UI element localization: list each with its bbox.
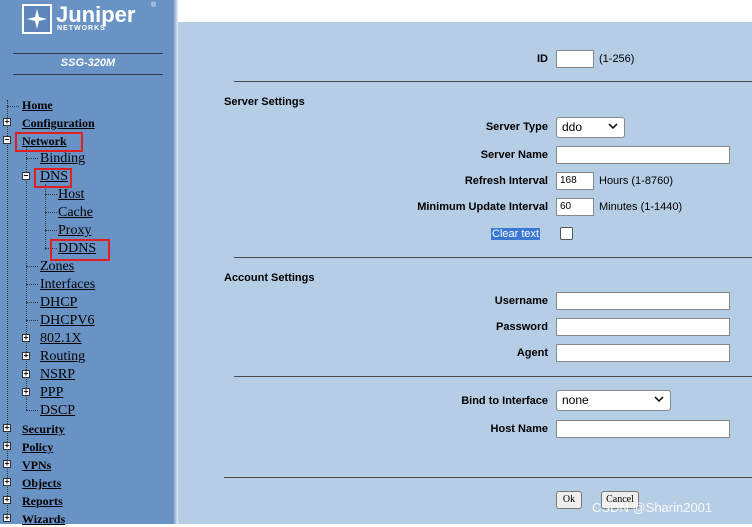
expand-security-icon[interactable]: + (3, 424, 11, 432)
min-update-interval-hint: Minutes (1-1440) (599, 201, 683, 213)
ok-button[interactable]: Ok (556, 491, 582, 509)
agent-input[interactable] (556, 344, 730, 362)
password-label: Password (496, 321, 548, 333)
sidebar: Juniper ® NETWORKS SSG-320M + − − + + + … (0, 0, 172, 527)
id-label: ID (537, 53, 548, 65)
chevron-down-icon (654, 396, 664, 403)
nav-dot1x[interactable]: 802.1X (40, 331, 82, 347)
nav-home[interactable]: Home (22, 98, 53, 113)
expand-objects-icon[interactable]: + (3, 478, 11, 486)
divider (13, 74, 163, 75)
nav-zones[interactable]: Zones (40, 259, 74, 275)
nav-binding[interactable]: Binding (40, 151, 85, 167)
nav-dns-host[interactable]: Host (58, 187, 84, 203)
chevron-down-icon (608, 123, 618, 130)
tree-branch (26, 320, 38, 321)
brand-name: Juniper (56, 2, 136, 27)
nav-wizards[interactable]: Wizards (22, 512, 65, 527)
annotation-box-network (15, 132, 83, 152)
host-name-input[interactable] (556, 420, 730, 438)
username-label: Username (494, 295, 548, 307)
id-hint: (1-256) (599, 53, 635, 65)
server-type-value: ddo (562, 120, 583, 134)
nav-security[interactable]: Security (22, 422, 65, 437)
refresh-interval-input[interactable]: 168 (556, 172, 594, 190)
expand-dot1x-icon[interactable]: + (22, 334, 30, 342)
clear-text-checkbox[interactable] (560, 227, 573, 240)
nav-objects[interactable]: Objects (22, 476, 61, 491)
username-input[interactable] (556, 292, 730, 310)
tree-line (7, 100, 8, 520)
id-input[interactable] (556, 50, 594, 68)
tree-branch (26, 302, 38, 303)
nav-policy[interactable]: Policy (22, 440, 53, 455)
expand-ppp-icon[interactable]: + (22, 388, 30, 396)
nav-dhcp[interactable]: DHCP (40, 295, 77, 311)
nav-vpns[interactable]: VPNs (22, 458, 51, 473)
tree-branch (7, 106, 19, 107)
server-name-input[interactable] (556, 146, 730, 164)
nav-ppp[interactable]: PPP (40, 385, 63, 401)
divider (234, 376, 752, 377)
juniper-logo-icon (22, 4, 52, 34)
tree-branch (26, 410, 38, 411)
divider (234, 257, 752, 258)
ddns-config-form: ID (1-256) Server Settings Server Type d… (178, 22, 752, 524)
tree-branch (26, 284, 38, 285)
server-type-select[interactable]: ddo (556, 117, 625, 138)
nav-dscp[interactable]: DSCP (40, 403, 75, 419)
bind-interface-select[interactable]: none (556, 390, 671, 411)
nav-dns-cache[interactable]: Cache (58, 205, 93, 221)
clear-text-label: Clear text (491, 228, 541, 240)
tree-branch (45, 194, 57, 195)
min-update-interval-label: Minimum Update Interval (417, 201, 548, 213)
expand-configuration-icon[interactable]: + (3, 118, 11, 126)
min-update-interval-input[interactable]: 60 (556, 198, 594, 216)
nav-dhcpv6[interactable]: DHCPV6 (40, 313, 94, 329)
expand-wizards-icon[interactable]: + (3, 514, 11, 522)
nav-interfaces[interactable]: Interfaces (40, 277, 95, 293)
expand-routing-icon[interactable]: + (22, 352, 30, 360)
divider (13, 53, 163, 54)
collapse-network-icon[interactable]: − (3, 136, 11, 144)
nav-configuration[interactable]: Configuration (22, 116, 95, 131)
password-input[interactable] (556, 318, 730, 336)
server-type-label: Server Type (485, 121, 548, 133)
account-settings-heading: Account Settings (224, 272, 315, 284)
refresh-interval-label: Refresh Interval (464, 175, 548, 187)
divider (224, 477, 752, 478)
nav-nsrp[interactable]: NSRP (40, 367, 75, 383)
expand-policy-icon[interactable]: + (3, 442, 11, 450)
divider (234, 81, 752, 82)
tree-branch (45, 212, 57, 213)
nav-routing[interactable]: Routing (40, 349, 85, 365)
annotation-box-dns (34, 168, 72, 188)
expand-reports-icon[interactable]: + (3, 496, 11, 504)
server-settings-heading: Server Settings (224, 96, 305, 108)
nav-reports[interactable]: Reports (22, 494, 63, 509)
brand-registered-mark: ® (151, 2, 157, 9)
nav-dns-proxy[interactable]: Proxy (58, 223, 91, 239)
expand-nsrp-icon[interactable]: + (22, 370, 30, 378)
refresh-interval-hint: Hours (1-8760) (599, 175, 673, 187)
expand-vpns-icon[interactable]: + (3, 460, 11, 468)
bind-interface-value: none (562, 393, 589, 407)
bind-interface-label: Bind to Interface (461, 395, 548, 407)
collapse-dns-icon[interactable]: − (22, 172, 30, 180)
agent-label: Agent (516, 347, 548, 359)
tree-branch (26, 158, 38, 159)
device-model: SSG-320M (60, 57, 116, 69)
host-name-label: Host Name (490, 423, 548, 435)
watermark: CSDN @Sharin2001 (592, 500, 713, 515)
tree-branch (26, 266, 38, 267)
brand-subtitle: NETWORKS (57, 25, 106, 32)
annotation-box-ddns (50, 239, 110, 261)
server-name-label: Server Name (480, 149, 548, 161)
tree-branch (45, 230, 57, 231)
